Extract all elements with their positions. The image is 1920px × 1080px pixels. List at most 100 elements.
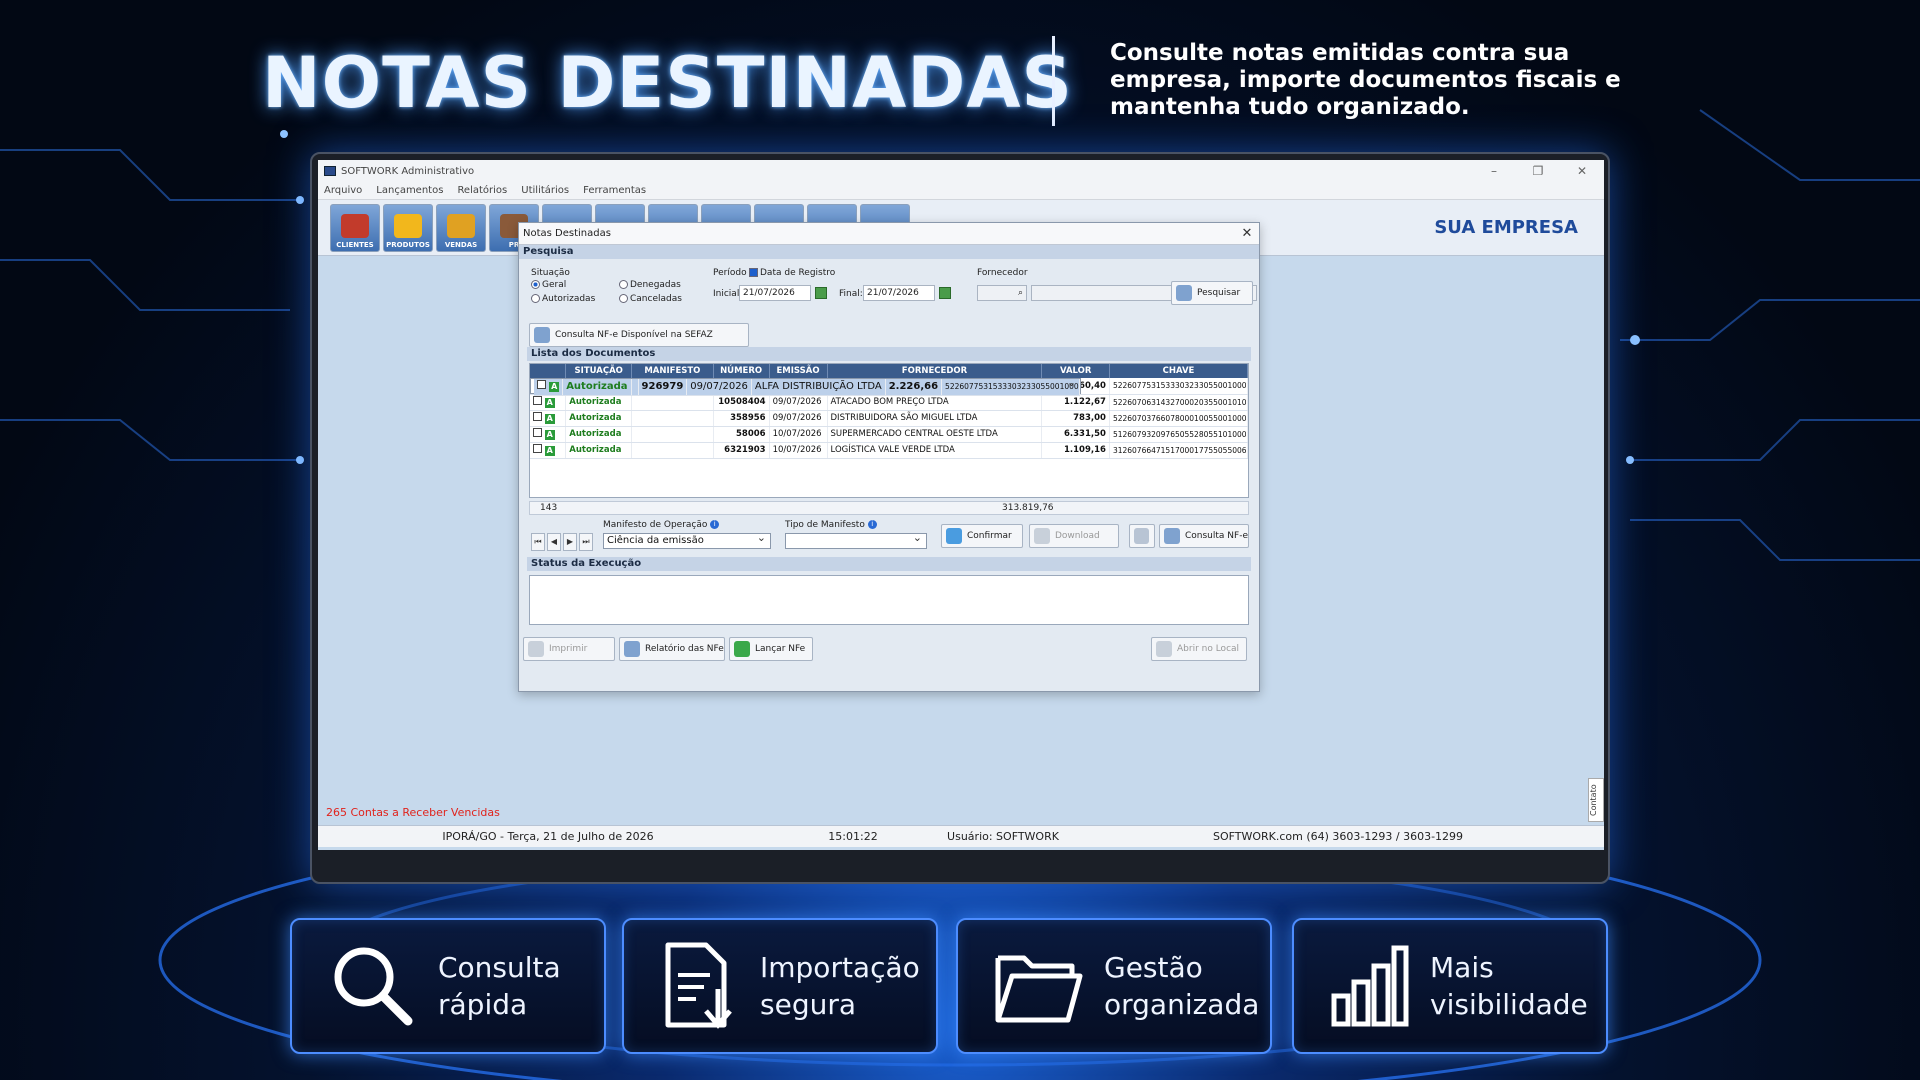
info-icon[interactable]: i bbox=[710, 520, 720, 529]
feature-line1: Gestão bbox=[1104, 951, 1203, 984]
dialog-title: Notas Destinadas bbox=[523, 228, 611, 239]
pesquisar-button[interactable]: Pesquisar bbox=[1171, 281, 1253, 305]
col-manifesto[interactable]: MANIFESTO bbox=[631, 364, 714, 378]
final-date-field[interactable]: 21/07/2026 bbox=[863, 285, 935, 301]
company-brand: SUA EMPRESA bbox=[1434, 217, 1578, 238]
contato-tab[interactable]: Contato bbox=[1588, 778, 1604, 822]
fornecedor-label: Fornecedor bbox=[977, 268, 1028, 278]
download-button[interactable]: Download bbox=[1029, 524, 1119, 548]
copy-icon bbox=[1134, 528, 1149, 544]
consulta-nfe-button[interactable]: Consulta NF-e bbox=[1159, 524, 1249, 548]
tipo-manifesto-label: Tipo de Manifesto i bbox=[785, 520, 877, 530]
cell-emissao: 10/07/2026 bbox=[769, 426, 828, 443]
cell-emissao: 09/07/2026 bbox=[686, 379, 752, 396]
lancar-nfe-button[interactable]: Lançar NFe bbox=[729, 637, 813, 661]
table-row[interactable]: A Autorizada 358956 09/07/2026 DISTRIBUIDORA… bbox=[530, 410, 1249, 427]
open-folder-icon bbox=[1156, 641, 1172, 657]
data-registro-checkbox[interactable]: Data de Registro bbox=[749, 268, 835, 278]
total-value: 313.819,76 bbox=[1002, 503, 1054, 513]
row-checkbox[interactable] bbox=[533, 428, 542, 437]
cloud-download-icon bbox=[1034, 528, 1050, 544]
inicial-date-field[interactable]: 21/07/2026 bbox=[739, 285, 811, 301]
final-calendar-icon[interactable] bbox=[939, 287, 951, 299]
dialog-close-icon[interactable]: ✕ bbox=[1235, 226, 1259, 241]
toolbar-clientes-button[interactable]: CLIENTES bbox=[330, 203, 380, 252]
col-chave[interactable]: CHAVE bbox=[1109, 364, 1249, 378]
row-select-cell[interactable]: A bbox=[530, 442, 567, 459]
inicial-label: Inicial: bbox=[713, 289, 743, 299]
overdue-notice[interactable]: 265 Contas a Receber Vencidas bbox=[326, 806, 500, 819]
relatorio-nfe-button[interactable]: Relatório das NFe bbox=[619, 637, 725, 661]
row-select-cell[interactable]: A bbox=[530, 426, 567, 443]
row-checkbox[interactable] bbox=[533, 444, 542, 453]
row-select-cell[interactable]: A bbox=[530, 410, 567, 427]
documents-grid[interactable]: SITUAÇÃO MANIFESTO NÚMERO EMISSÃO FORNEC… bbox=[529, 363, 1249, 498]
search-icon[interactable]: ⌕ bbox=[1018, 286, 1023, 300]
menu-lancamentos[interactable]: Lançamentos bbox=[376, 185, 443, 196]
row-checkbox[interactable] bbox=[533, 396, 542, 405]
table-row[interactable]: A Autorizada 6321903 10/07/2026 LOGÍSTICA VA… bbox=[530, 442, 1249, 459]
pesquisa-header: Pesquisa bbox=[519, 245, 1259, 259]
cell-valor: 1.122,67 bbox=[1041, 394, 1110, 411]
feature-line2: visibilidade bbox=[1430, 988, 1588, 1021]
fornecedor-code-field[interactable]: ⌕ bbox=[977, 285, 1027, 301]
col-fornecedor[interactable]: FORNECEDOR bbox=[827, 364, 1043, 378]
magnifier-icon bbox=[534, 327, 550, 343]
table-row[interactable]: A Autorizada 926979 09/07/2026 ALFA DISTRIBU… bbox=[530, 376, 1082, 396]
col-numero[interactable]: NÚMERO bbox=[713, 364, 770, 378]
radio-geral[interactable]: Geral bbox=[531, 280, 566, 290]
app-icon bbox=[324, 166, 336, 176]
row-checkbox[interactable] bbox=[533, 412, 542, 421]
consulta-sefaz-button[interactable]: Consulta NF-e Disponível na SEFAZ bbox=[529, 323, 749, 347]
feature-line2: organizada bbox=[1104, 988, 1260, 1021]
row-select-cell[interactable]: A bbox=[530, 394, 567, 411]
toolbar-vendas-button[interactable]: VENDAS bbox=[436, 203, 486, 252]
minimize-icon[interactable]: – bbox=[1472, 164, 1516, 178]
tipo-manifesto-select[interactable] bbox=[785, 531, 927, 549]
cell-fornecedor: ALFA DISTRIBUIÇÃO LTDA bbox=[751, 379, 886, 396]
hero-description: Consulte notas emitidas contra sua empre… bbox=[1110, 40, 1621, 120]
menu-arquivo[interactable]: Arquivo bbox=[324, 185, 362, 196]
copy-button[interactable] bbox=[1129, 524, 1155, 548]
hero-title: NOTAS DESTINADAS bbox=[262, 42, 1073, 124]
table-row[interactable]: A Autorizada 10508404 09/07/2026 ATACADO BOM… bbox=[530, 394, 1249, 411]
row-checkbox[interactable] bbox=[537, 379, 546, 389]
imprimir-button[interactable]: Imprimir bbox=[523, 637, 615, 661]
col-emissao[interactable]: EMISSÃO bbox=[769, 364, 828, 378]
menu-ferramentas[interactable]: Ferramentas bbox=[583, 185, 646, 196]
cell-emissao: 09/07/2026 bbox=[769, 394, 828, 411]
statusbar: IPORÁ/GO - Terça, 21 de Julho de 2026 15… bbox=[318, 825, 1604, 847]
nav-first-button[interactable]: ⏮ bbox=[531, 533, 545, 551]
authorized-badge-icon: A bbox=[544, 398, 555, 408]
toolbar-produtos-button[interactable]: PRODUTOS bbox=[383, 203, 433, 252]
col-situacao[interactable]: SITUAÇÃO bbox=[565, 364, 633, 378]
abrir-local-button[interactable]: Abrir no Local bbox=[1151, 637, 1247, 661]
cell-fornecedor: LOGÍSTICA VALE VERDE LTDA bbox=[827, 442, 1043, 459]
close-window-icon[interactable]: ✕ bbox=[1560, 164, 1604, 178]
clients-icon bbox=[341, 213, 369, 238]
row-select-cell[interactable]: A bbox=[534, 379, 564, 396]
authorized-badge-icon: A bbox=[549, 381, 560, 392]
radio-autorizadas[interactable]: Autorizadas bbox=[531, 294, 595, 304]
radio-denegadas[interactable]: Denegadas bbox=[619, 280, 681, 290]
monitor-frame: SOFTWORK Administrativo – ❐ ✕ Arquivo La… bbox=[310, 152, 1610, 884]
table-row[interactable]: A Autorizada 58006 10/07/2026 SUPERMERCADO C… bbox=[530, 426, 1249, 443]
nav-prev-button[interactable]: ◀ bbox=[547, 533, 561, 551]
nav-next-button[interactable]: ▶ bbox=[563, 533, 577, 551]
documents-table: SITUAÇÃO MANIFESTO NÚMERO EMISSÃO FORNEC… bbox=[530, 364, 1249, 459]
status-contact: SOFTWORK.com (64) 3603-1293 / 3603-1299 bbox=[1212, 830, 1464, 843]
cell-valor: 6.331,50 bbox=[1041, 426, 1110, 443]
menu-utilitarios[interactable]: Utilitários bbox=[521, 185, 569, 196]
menu-relatorios[interactable]: Relatórios bbox=[457, 185, 507, 196]
info-icon[interactable]: i bbox=[867, 520, 877, 529]
grid-totals: 143 313.819,76 bbox=[529, 501, 1249, 515]
maximize-icon[interactable]: ❐ bbox=[1516, 164, 1560, 178]
magnifier-icon bbox=[1176, 285, 1192, 301]
confirmar-button[interactable]: Confirmar bbox=[941, 524, 1023, 548]
radio-canceladas[interactable]: Canceladas bbox=[619, 294, 682, 304]
inicial-calendar-icon[interactable] bbox=[815, 287, 827, 299]
manifesto-operacao-select[interactable]: Ciência da emissão bbox=[603, 531, 771, 549]
total-count: 143 bbox=[540, 503, 558, 513]
cell-valor: 1.109,16 bbox=[1041, 442, 1110, 459]
nav-last-button[interactable]: ⏭ bbox=[579, 533, 593, 551]
